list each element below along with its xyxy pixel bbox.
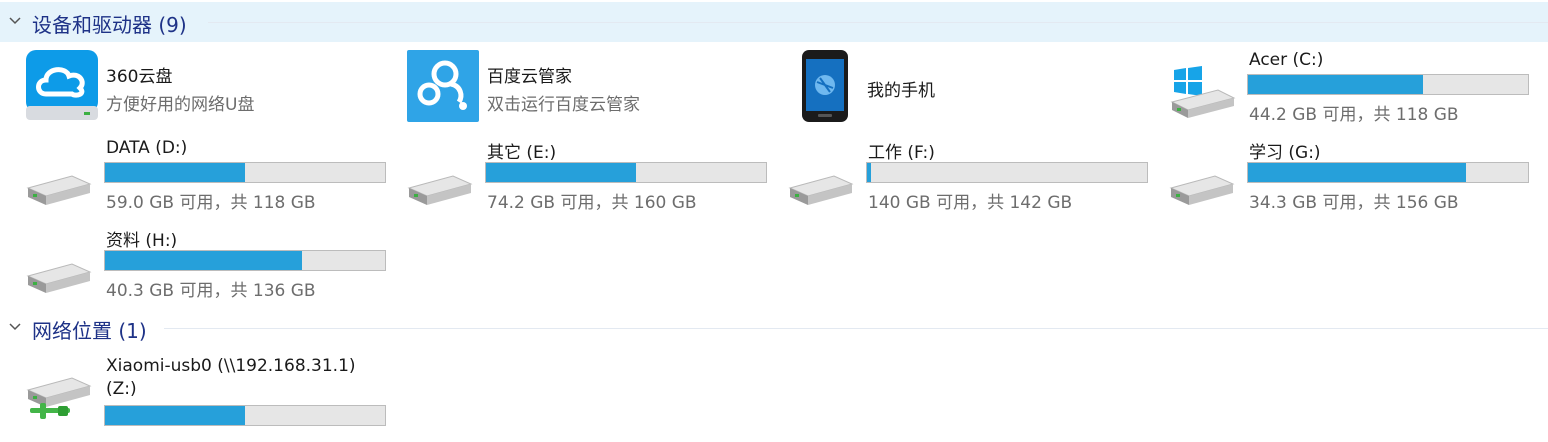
drive-usage-fill bbox=[105, 251, 303, 270]
drive-free-space: 34.3 GB 可用，共 156 GB bbox=[1249, 193, 1459, 213]
hard-drive-icon bbox=[26, 175, 92, 205]
app-360-cloud[interactable]: 360云盘 方便好用的网络U盘 bbox=[26, 50, 398, 134]
devices-group-header[interactable]: 设备和驱动器 (9) bbox=[0, 2, 1548, 42]
windows-drive-icon bbox=[1170, 66, 1236, 118]
drive-usage-fill bbox=[486, 163, 637, 182]
hard-drive-icon bbox=[26, 263, 92, 293]
drive-name-line2: (Z:) bbox=[106, 379, 137, 399]
app-baidu-cloud[interactable]: 百度云管家 双击运行百度云管家 bbox=[407, 50, 779, 134]
app-description: 双击运行百度云管家 bbox=[487, 95, 640, 115]
drive-name: 其它 (E:) bbox=[487, 143, 557, 163]
device-my-phone[interactable]: 我的手机 bbox=[800, 50, 1172, 134]
app-name: 360云盘 bbox=[106, 67, 173, 87]
drive-usage-bar bbox=[104, 162, 386, 183]
drive-usage-fill bbox=[1248, 75, 1423, 94]
hard-drive-icon bbox=[788, 175, 854, 205]
drive-free-space: 40.3 GB 可用，共 136 GB bbox=[106, 281, 316, 301]
drive-free-space: 140 GB 可用，共 142 GB bbox=[868, 193, 1073, 213]
drive-f[interactable]: 工作 (F:) 140 GB 可用，共 142 GB bbox=[788, 138, 1160, 222]
drive-free-space: 44.2 GB 可用，共 118 GB bbox=[1249, 105, 1459, 125]
drive-h[interactable]: 资料 (H:) 40.3 GB 可用，共 136 GB bbox=[26, 226, 398, 310]
network-drive-z[interactable]: Xiaomi-usb0 (\\192.168.31.1) (Z:) bbox=[26, 356, 398, 440]
drive-usage-fill bbox=[867, 163, 871, 182]
app-name: 百度云管家 bbox=[487, 67, 572, 87]
drive-name: Acer (C:) bbox=[1249, 50, 1324, 70]
baidu-cloud-icon bbox=[407, 50, 479, 122]
app-description: 方便好用的网络U盘 bbox=[106, 95, 255, 115]
drive-usage-bar bbox=[485, 162, 767, 183]
network-group-title: 网络位置 (1) bbox=[32, 319, 147, 343]
phone-icon bbox=[802, 50, 848, 122]
drive-free-space: 74.2 GB 可用，共 160 GB bbox=[487, 193, 697, 213]
drive-e[interactable]: 其它 (E:) 74.2 GB 可用，共 160 GB bbox=[407, 138, 779, 222]
drive-usage-bar bbox=[866, 162, 1148, 183]
device-name: 我的手机 bbox=[867, 81, 935, 101]
drive-c[interactable]: Acer (C:) 44.2 GB 可用，共 118 GB bbox=[1170, 50, 1542, 134]
hard-drive-icon bbox=[407, 175, 473, 205]
group-divider bbox=[208, 22, 1548, 23]
drive-usage-bar bbox=[1247, 74, 1529, 95]
chevron-down-icon[interactable] bbox=[8, 320, 22, 334]
drive-name: 资料 (H:) bbox=[106, 231, 178, 251]
drive-name: 工作 (F:) bbox=[868, 143, 935, 163]
drive-usage-fill bbox=[105, 406, 245, 425]
drive-usage-fill bbox=[1248, 163, 1467, 182]
network-drive-icon bbox=[26, 377, 92, 419]
drive-d[interactable]: DATA (D:) 59.0 GB 可用，共 118 GB bbox=[26, 138, 398, 222]
drive-free-space: 59.0 GB 可用，共 118 GB bbox=[106, 193, 316, 213]
devices-group-title: 设备和驱动器 (9) bbox=[32, 13, 187, 37]
drive-usage-bar bbox=[104, 405, 386, 426]
network-group-header[interactable]: 网络位置 (1) bbox=[0, 308, 1548, 348]
drive-usage-bar bbox=[104, 250, 386, 271]
cloud-disk-icon bbox=[26, 50, 98, 120]
drive-usage-fill bbox=[105, 163, 245, 182]
hard-drive-icon bbox=[1169, 175, 1235, 205]
drive-usage-bar bbox=[1247, 162, 1529, 183]
chevron-down-icon[interactable] bbox=[8, 14, 22, 28]
drive-name: DATA (D:) bbox=[106, 138, 188, 158]
drive-g[interactable]: 学习 (G:) 34.3 GB 可用，共 156 GB bbox=[1169, 138, 1541, 222]
group-divider bbox=[164, 328, 1548, 329]
drive-name: 学习 (G:) bbox=[1249, 143, 1321, 163]
drive-name-line1: Xiaomi-usb0 (\\192.168.31.1) bbox=[106, 356, 356, 376]
